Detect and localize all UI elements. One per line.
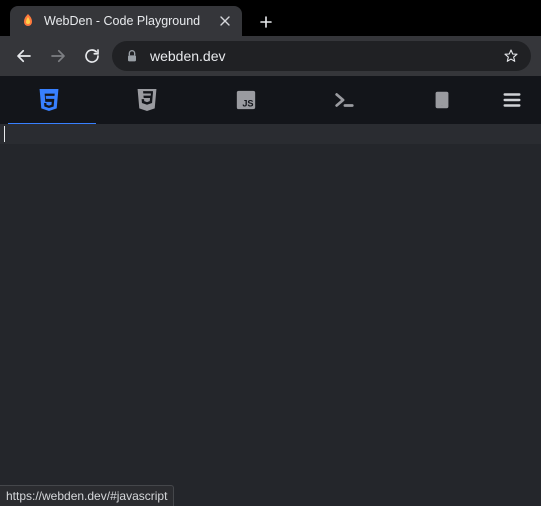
tab-js[interactable]: JS — [196, 76, 294, 124]
tab-preview[interactable] — [393, 76, 491, 124]
menu-icon — [501, 89, 523, 111]
bookmark-star-icon[interactable] — [503, 48, 519, 64]
menu-button[interactable] — [491, 76, 533, 124]
browser-tab[interactable]: WebDen - Code Playground — [10, 6, 242, 36]
browser-toolbar: webden.dev — [0, 36, 541, 76]
favicon-icon — [20, 13, 36, 29]
forward-button[interactable] — [44, 42, 72, 70]
tab-console[interactable] — [295, 76, 393, 124]
editor-active-line — [0, 124, 541, 144]
address-bar[interactable]: webden.dev — [112, 41, 531, 71]
lock-icon — [124, 48, 140, 64]
text-cursor — [4, 126, 5, 142]
tablet-icon — [431, 89, 453, 111]
reload-button[interactable] — [78, 42, 106, 70]
browser-tab-title: WebDen - Code Playground — [44, 14, 210, 28]
back-button[interactable] — [10, 42, 38, 70]
status-bar-link: https://webden.dev/#javascript — [0, 485, 174, 506]
page-content: JS https://webden.dev/#javascript — [0, 76, 541, 506]
code-editor[interactable] — [0, 124, 541, 506]
html5-icon — [38, 89, 60, 111]
new-tab-button[interactable] — [252, 8, 280, 36]
address-bar-url: webden.dev — [150, 48, 493, 64]
browser-tab-strip: WebDen - Code Playground — [0, 0, 541, 36]
tab-html[interactable] — [0, 76, 98, 124]
close-icon[interactable] — [218, 14, 232, 28]
js-icon: JS — [235, 89, 257, 111]
svg-text:JS: JS — [242, 98, 253, 108]
console-icon — [333, 89, 355, 111]
app-tab-bar: JS — [0, 76, 541, 124]
tab-css[interactable] — [98, 76, 196, 124]
css3-icon — [136, 89, 158, 111]
